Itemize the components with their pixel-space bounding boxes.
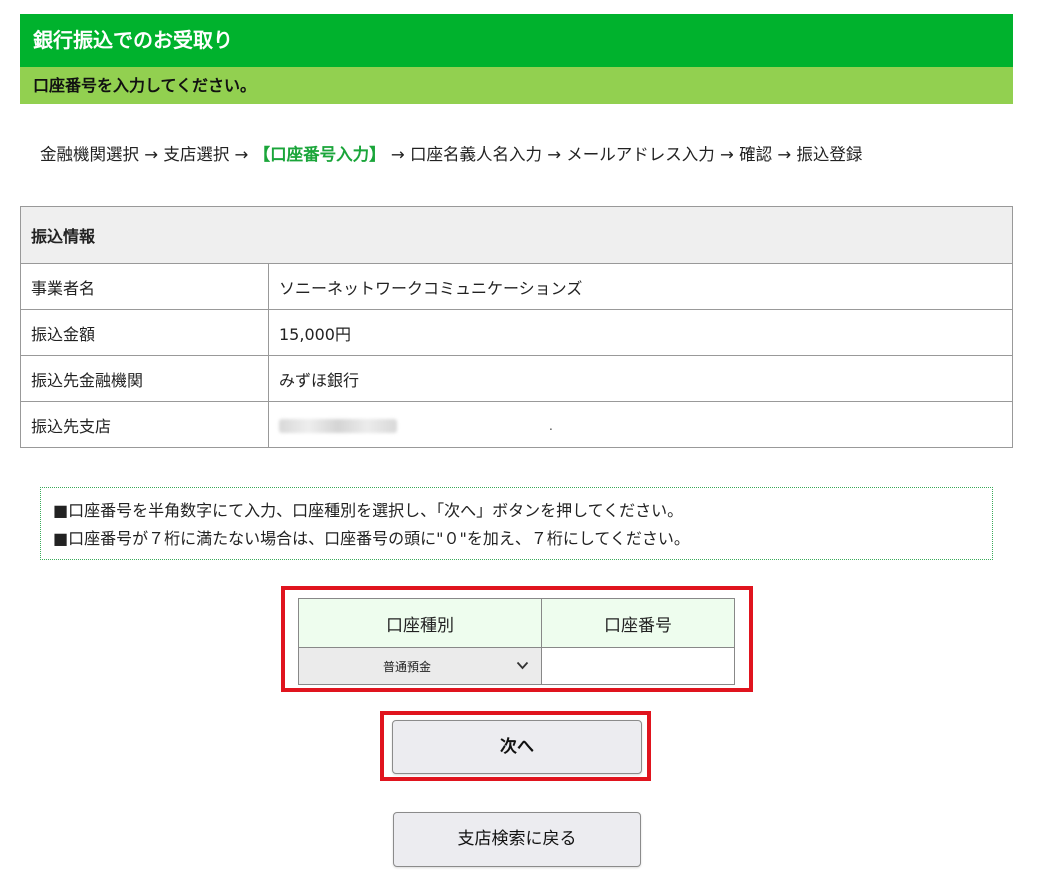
chevron-down-icon xyxy=(516,658,529,674)
row-label: 振込先支店 xyxy=(20,401,269,448)
page-title: 銀行振込でのお受取り xyxy=(20,14,1013,67)
row-label: 振込金額 xyxy=(20,309,269,356)
steps-after: → 口座名義人名入力 → メールアドレス入力 → 確認 → 振込登録 xyxy=(385,145,863,164)
account-type-select[interactable]: 普通預金 xyxy=(298,647,542,685)
back-to-branch-search-button[interactable]: 支店検索に戻る xyxy=(393,812,641,867)
branch-value-cell: . xyxy=(268,401,1013,448)
notice-line: ■口座番号が７桁に満たない場合は、口座番号の頭に"０"を加え、７桁にしてください… xyxy=(53,529,690,548)
page-subtitle: 口座番号を入力してください。 xyxy=(20,67,1013,104)
step-breadcrumb: 金融機関選択 → 支店選択 → 【口座番号入力】 → 口座名義人名入力 → メー… xyxy=(40,142,1030,168)
row-value: ソニーネットワークコミュニケーションズ xyxy=(268,263,1013,310)
row-label: 事業者名 xyxy=(20,263,269,310)
notice-line: ■口座番号を半角数字にて入力、口座種別を選択し、「次へ」ボタンを押してください。 xyxy=(53,501,684,520)
redacted-branch-name xyxy=(279,418,397,433)
row-value: みずほ銀行 xyxy=(268,355,1013,402)
instruction-notice: ■口座番号を半角数字にて入力、口座種別を選択し、「次へ」ボタンを押してください。… xyxy=(40,487,993,560)
next-button[interactable]: 次へ xyxy=(392,720,642,774)
steps-before: 金融機関選択 → 支店選択 → xyxy=(40,145,254,164)
account-form: 口座種別 口座番号 普通預金 xyxy=(298,598,735,685)
table-row: 振込先支店 . xyxy=(20,401,1013,448)
table-row: 振込先金融機関 みずほ銀行 xyxy=(20,355,1013,402)
row-label: 振込先金融機関 xyxy=(20,355,269,402)
current-step: 【口座番号入力】 xyxy=(253,145,386,164)
transfer-info-table: 振込情報 事業者名 ソニーネットワークコミュニケーションズ 振込金額 15,00… xyxy=(20,206,1013,448)
account-number-input[interactable] xyxy=(541,647,735,685)
table-row: 振込金額 15,000円 xyxy=(20,309,1013,356)
branch-value: . xyxy=(549,419,553,433)
account-type-header: 口座種別 xyxy=(298,598,542,648)
transfer-info-heading: 振込情報 xyxy=(20,206,1013,264)
account-type-value: 普通預金 xyxy=(383,659,432,674)
table-row: 事業者名 ソニーネットワークコミュニケーションズ xyxy=(20,263,1013,310)
row-value: 15,000円 xyxy=(268,309,1013,356)
account-number-header: 口座番号 xyxy=(541,598,735,648)
